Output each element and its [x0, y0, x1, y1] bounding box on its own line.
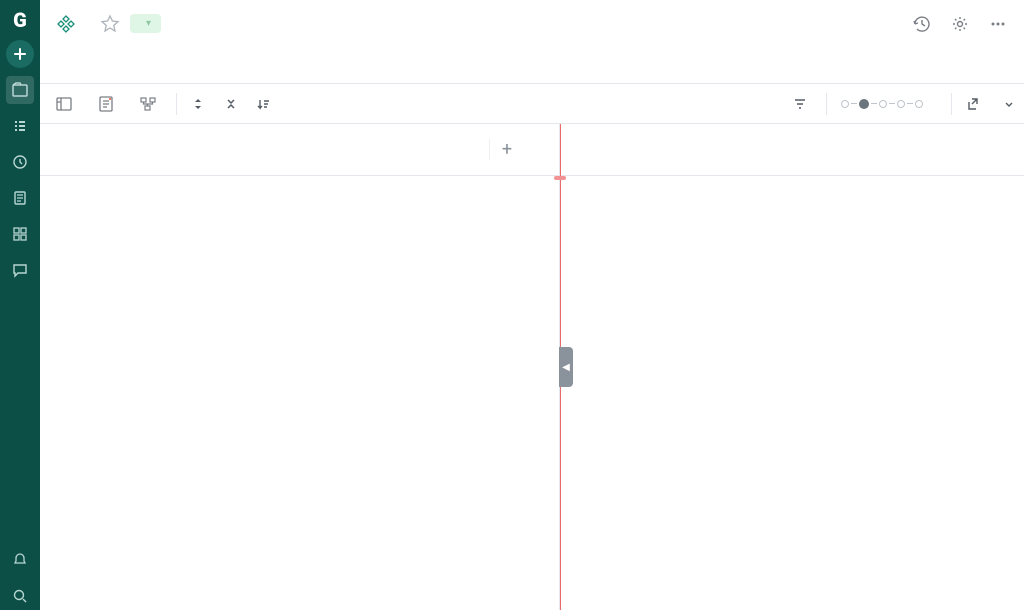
export-button[interactable]: [966, 97, 985, 111]
nav-item-docs[interactable]: [6, 184, 34, 212]
toolbar-hierarchy-button[interactable]: [134, 90, 162, 118]
nav-rail: G: [0, 0, 40, 610]
view-button[interactable]: [999, 99, 1014, 109]
chevron-down-icon: ▾: [146, 18, 151, 29]
today-label: [554, 176, 566, 180]
zoom-slider[interactable]: [841, 99, 923, 109]
filter-button[interactable]: [793, 97, 812, 111]
view-tabs: [40, 48, 1024, 84]
nav-create-button[interactable]: [6, 40, 34, 68]
project-icon[interactable]: [52, 10, 80, 38]
favorite-toggle[interactable]: [100, 14, 120, 34]
cascade-sort-button[interactable]: [257, 97, 276, 111]
collapse-all-button[interactable]: [224, 97, 243, 111]
grid-header: +: [40, 124, 559, 176]
nav-item-notifications[interactable]: [6, 546, 34, 574]
nav-item-tasks[interactable]: [6, 112, 34, 140]
toolbar: [40, 84, 1024, 124]
nav-item-search[interactable]: [6, 582, 34, 610]
gantt-chart: ◀: [560, 124, 1024, 610]
expand-all-button[interactable]: [191, 97, 210, 111]
nav-item-time[interactable]: [6, 148, 34, 176]
nav-item-projects[interactable]: [6, 76, 34, 104]
nav-item-chat[interactable]: [6, 256, 34, 284]
settings-button[interactable]: [946, 10, 974, 38]
toolbar-critical-path-button[interactable]: [92, 90, 120, 118]
topbar: ▾: [40, 0, 1024, 48]
nav-item-apps[interactable]: [6, 220, 34, 248]
more-button[interactable]: [984, 10, 1012, 38]
add-column-button[interactable]: +: [489, 139, 524, 160]
history-button[interactable]: [908, 10, 936, 38]
toolbar-columns-button[interactable]: [50, 90, 78, 118]
timeline-header: [560, 124, 1024, 176]
logo: G: [13, 8, 27, 32]
collapse-grid-handle[interactable]: ◀: [559, 347, 573, 387]
task-grid: +: [40, 124, 560, 610]
status-badge[interactable]: ▾: [130, 14, 161, 33]
